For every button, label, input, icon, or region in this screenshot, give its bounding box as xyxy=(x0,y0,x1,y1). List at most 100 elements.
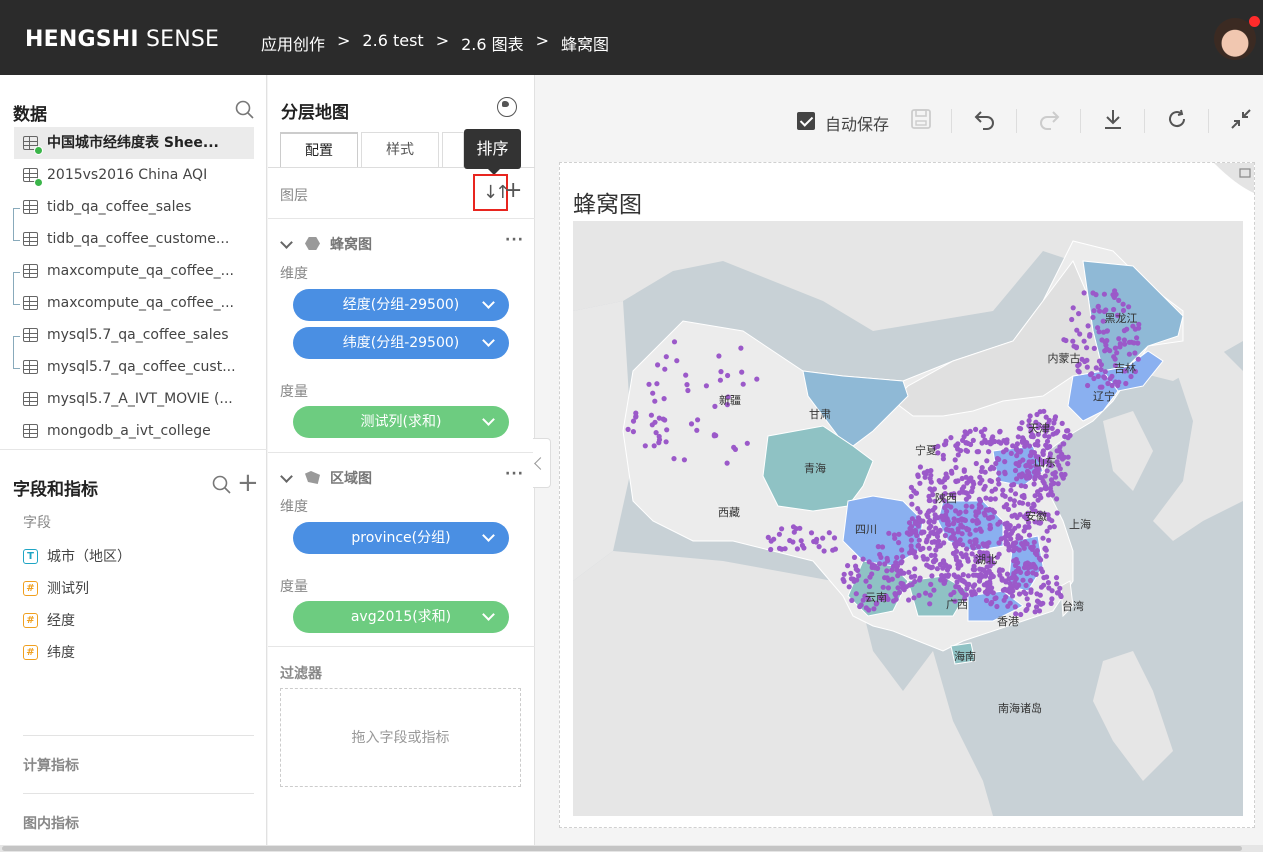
hexbin-cell[interactable] xyxy=(1034,548,1040,554)
hexbin-cell[interactable] xyxy=(996,540,1002,546)
hexbin-cell[interactable] xyxy=(662,366,668,372)
hexbin-cell[interactable] xyxy=(967,531,973,537)
download-icon[interactable] xyxy=(1100,107,1126,133)
hexbin-cell[interactable] xyxy=(952,541,958,547)
app-logo[interactable]: HENGSHI SENSE xyxy=(25,27,219,52)
hexbin-cell[interactable] xyxy=(776,531,782,537)
hexbin-cell[interactable] xyxy=(909,501,915,507)
hexbin-cell[interactable] xyxy=(1136,325,1142,331)
hexbin-cell[interactable] xyxy=(986,449,992,455)
hexbin-cell[interactable] xyxy=(917,480,923,486)
dataset-item[interactable]: 2015vs2016 China AQI xyxy=(14,159,254,191)
hexbin-cell[interactable] xyxy=(1015,535,1021,541)
hexbin-cell[interactable] xyxy=(1055,428,1061,434)
hexbin-cell[interactable] xyxy=(1017,500,1023,506)
hexbin-cell[interactable] xyxy=(1111,293,1117,299)
hexbin-cell[interactable] xyxy=(1009,482,1015,488)
hexbin-cell[interactable] xyxy=(912,566,918,572)
hexbin-cell[interactable] xyxy=(898,560,904,566)
hexbin-cell[interactable] xyxy=(1028,587,1034,593)
hexbin-cell[interactable] xyxy=(948,435,954,441)
hexbin-cell[interactable] xyxy=(869,571,875,577)
hexbin-cell[interactable] xyxy=(948,468,955,474)
hexbin-cell[interactable] xyxy=(1012,467,1019,474)
hexbin-cell[interactable] xyxy=(1031,539,1037,545)
hexbin-cell[interactable] xyxy=(1055,481,1061,487)
hexbin-cell[interactable] xyxy=(886,530,892,536)
hexbin-cell[interactable] xyxy=(1054,590,1060,596)
hexbin-cell[interactable] xyxy=(1054,510,1060,516)
hexbin-cell[interactable] xyxy=(953,464,959,471)
hexbin-cell[interactable] xyxy=(896,540,902,546)
hexbin-cell[interactable] xyxy=(656,437,663,443)
hexbin-cell[interactable] xyxy=(1093,365,1099,371)
hexbin-cell[interactable] xyxy=(1018,483,1024,489)
hexbin-cell[interactable] xyxy=(1046,537,1052,543)
dimension-pill[interactable]: 经度(分组-29500) xyxy=(293,289,509,321)
hexbin-cell[interactable] xyxy=(928,552,934,558)
hexbin-cell[interactable] xyxy=(798,538,804,544)
hexbin-cell[interactable] xyxy=(1087,333,1093,339)
hexbin-cell[interactable] xyxy=(1090,314,1096,320)
hexbin-cell[interactable] xyxy=(1053,575,1060,581)
hexbin-cell[interactable] xyxy=(967,428,973,434)
hexbin-cell[interactable] xyxy=(1010,540,1017,546)
hexbin-cell[interactable] xyxy=(998,440,1004,446)
hexbin-cell[interactable] xyxy=(971,588,977,595)
hexbin-cell[interactable] xyxy=(949,534,955,540)
hexbin-cell[interactable] xyxy=(782,546,788,552)
hexbin-cell[interactable] xyxy=(1123,380,1129,387)
hexbin-cell[interactable] xyxy=(962,429,968,435)
hexbin-cell[interactable] xyxy=(841,578,847,584)
hexbin-cell[interactable] xyxy=(655,362,661,368)
hexbin-cell[interactable] xyxy=(899,547,905,553)
hexbin-cell[interactable] xyxy=(1007,600,1013,606)
hexbin-cell[interactable] xyxy=(982,437,988,443)
hexbin-cell[interactable] xyxy=(1041,582,1047,588)
hexbin-cell[interactable] xyxy=(848,576,854,582)
hexbin-cell[interactable] xyxy=(1002,459,1008,465)
measure-pill[interactable]: avg2015(求和) xyxy=(293,601,509,633)
hexbin-cell[interactable] xyxy=(906,597,912,603)
hexbin-cell[interactable] xyxy=(856,573,862,579)
hexbin-cell[interactable] xyxy=(625,426,631,432)
hexbin-cell[interactable] xyxy=(993,595,999,601)
hexbin-cell[interactable] xyxy=(933,547,939,553)
hexbin-cell[interactable] xyxy=(1126,304,1132,310)
hexbin-cell[interactable] xyxy=(1102,375,1108,381)
hexbin-cell[interactable] xyxy=(754,376,760,382)
hexbin-cell[interactable] xyxy=(940,558,947,564)
hexbin-cell[interactable] xyxy=(681,457,687,463)
hexbin-cell[interactable] xyxy=(982,573,989,579)
hexbin-cell[interactable] xyxy=(1076,369,1082,375)
hexbin-cell[interactable] xyxy=(955,452,961,458)
chevron-down-icon[interactable] xyxy=(280,470,293,483)
hexbin-cell[interactable] xyxy=(892,535,898,541)
hexbin-cell[interactable] xyxy=(1034,591,1040,597)
hexbin-cell[interactable] xyxy=(898,580,904,586)
hexbin-cell[interactable] xyxy=(1014,453,1020,459)
hexbin-cell[interactable] xyxy=(1091,308,1097,314)
hexbin-cell[interactable] xyxy=(989,507,995,513)
hexbin-cell[interactable] xyxy=(1104,338,1110,344)
hexbin-cell[interactable] xyxy=(1101,291,1107,297)
hexbin-cell[interactable] xyxy=(978,504,984,510)
hexbin-cell[interactable] xyxy=(1021,492,1027,499)
hexbin-cell[interactable] xyxy=(915,515,922,521)
hexbin-cell[interactable] xyxy=(963,592,969,598)
hexbin-cell[interactable] xyxy=(934,533,941,540)
hexbin-cell[interactable] xyxy=(1049,425,1055,431)
hexbin-cell[interactable] xyxy=(1033,571,1039,577)
hexbin-cell[interactable] xyxy=(929,573,935,579)
hexbin-cell[interactable] xyxy=(934,566,940,572)
hexbin-cell[interactable] xyxy=(1084,357,1090,363)
hexbin-cell[interactable] xyxy=(1084,364,1090,370)
hexbin-cell[interactable] xyxy=(963,503,969,509)
filter-drop-zone[interactable]: 拖入字段或指标 xyxy=(280,688,521,787)
hexbin-cell[interactable] xyxy=(653,430,659,436)
hexbin-cell[interactable] xyxy=(1112,345,1118,351)
tab-style[interactable]: 样式 xyxy=(361,132,439,167)
hexbin-cell[interactable] xyxy=(717,377,723,383)
hexbin-cell[interactable] xyxy=(942,505,948,511)
hexbin-cell[interactable] xyxy=(1047,524,1053,530)
